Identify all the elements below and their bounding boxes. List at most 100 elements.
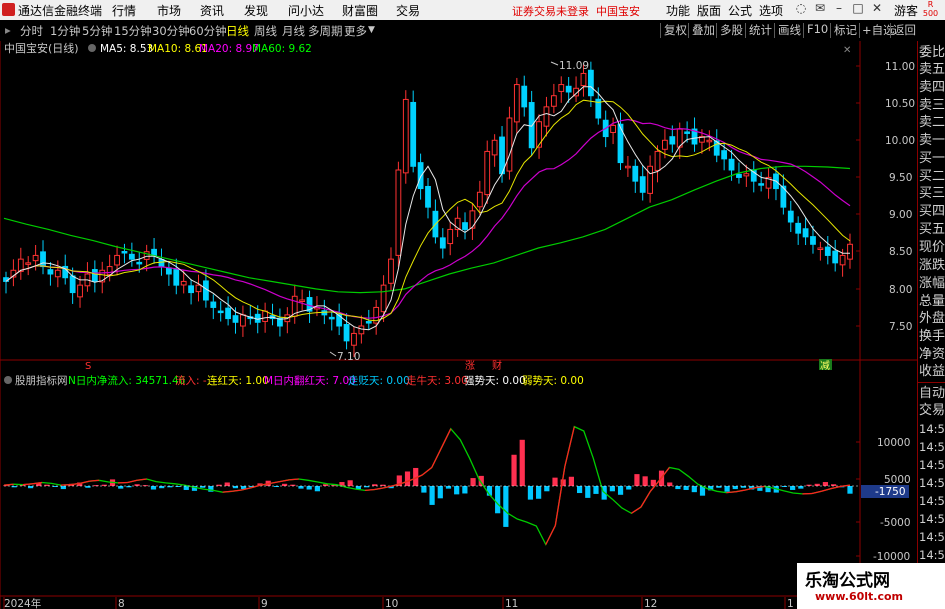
event-marker-s[interactable]: S (85, 361, 91, 372)
menu-discover[interactable]: 发现 (244, 2, 268, 19)
skin-icon[interactable]: ◌ (794, 1, 808, 17)
menu-trade[interactable]: 交易 (396, 2, 420, 19)
sidebar-item-change-pct[interactable]: 涨幅 (919, 275, 945, 292)
tool-draw-line[interactable]: 画线 (778, 22, 801, 38)
sidebar-item-outer[interactable]: 外盘 (919, 310, 945, 327)
inflow-bar (60, 486, 66, 490)
period-60min[interactable]: 60分钟 (189, 23, 227, 39)
menu-arrow-icon[interactable]: ▸ (5, 23, 11, 37)
top-menu-bar: 通达信金融终端 行情 市场 资讯 发现 问小达 财富圈 交易 证券交易未登录 中… (0, 0, 945, 20)
indicator-strong-days: 强势天: 0.00 (464, 374, 526, 387)
sidebar-item-ask1[interactable]: 卖一 (919, 132, 945, 149)
event-marker-finance[interactable]: 财 (492, 359, 502, 372)
inflow-bar (642, 476, 648, 486)
tool-f10[interactable]: F10 (807, 22, 828, 38)
chart-close-icon[interactable]: ✕ (843, 45, 851, 56)
tool-overlay[interactable]: 叠加 (692, 22, 715, 38)
menu-layout[interactable]: 版面 (697, 2, 721, 19)
sidebar-item-ask5[interactable]: 卖五 (919, 61, 945, 78)
tool-mark[interactable]: 标记 (834, 22, 857, 38)
tool-statistics[interactable]: 统计 (749, 22, 772, 38)
login-notice[interactable]: 证券交易未登录 中国宝安 (512, 3, 640, 19)
indicator-tick: 10000 (877, 437, 910, 449)
tick-time: 14:56 (919, 476, 945, 490)
sidebar-item-bid3[interactable]: 买三 (919, 185, 945, 202)
inflow-bar (27, 486, 34, 489)
sidebar-item-earnings[interactable]: 收益 (919, 363, 945, 380)
chart-title: 中国宝安(日线) (4, 41, 79, 55)
indicator-red-days: 连红天: 1.00 (207, 374, 269, 387)
sidebar-item-turnover[interactable]: 换手 (919, 328, 945, 345)
candle-body (328, 316, 335, 320)
menu-market[interactable]: 市场 (157, 2, 181, 19)
sidebar-item-commission-ratio[interactable]: 委比 (919, 44, 945, 61)
candle-body (351, 332, 357, 346)
inflow-bar (314, 486, 320, 492)
app-name: 通达信金融终端 (18, 4, 103, 18)
sidebar-item-net-assets[interactable]: 净资 (919, 346, 945, 363)
period-tick[interactable]: 分时 (20, 23, 43, 39)
tick-time: 14:56 (919, 530, 945, 544)
sidebar-item-bid2[interactable]: 买二 (919, 168, 945, 185)
price-tick: 8.00 (889, 284, 912, 296)
period-1min[interactable]: 1分钟 (50, 23, 80, 39)
period-weekly[interactable]: 周线 (254, 23, 277, 39)
sidebar-item-change[interactable]: 涨跌 (919, 257, 945, 274)
close-icon[interactable]: ✕ (870, 1, 884, 17)
maximize-icon[interactable]: □ (851, 1, 865, 17)
event-marker-reduce[interactable]: 减 (820, 360, 830, 372)
minimize-icon[interactable]: – (832, 1, 846, 17)
sidebar-item-bid4[interactable]: 买四 (919, 203, 945, 220)
menu-formula[interactable]: 公式 (728, 2, 752, 19)
auto-trade-label-1[interactable]: 自动 (919, 385, 945, 402)
indicator-settings-icon[interactable] (4, 376, 12, 384)
candle-body (536, 121, 542, 148)
sidebar-item-ask2[interactable]: 卖二 (919, 114, 945, 131)
sidebar-item-price[interactable]: 现价 (919, 239, 945, 256)
sidebar-item-ask4[interactable]: 卖四 (919, 79, 945, 96)
guest-login[interactable]: 游客 (894, 2, 918, 19)
period-monthly[interactable]: 月线 (282, 23, 305, 39)
period-5min[interactable]: 5分钟 (82, 23, 112, 39)
watermark-title: 乐淘公式网 (805, 571, 890, 591)
menu-function[interactable]: 功能 (666, 2, 690, 19)
sidebar-item-volume[interactable]: 总量 (919, 293, 945, 310)
sidebar-item-bid5[interactable]: 买五 (919, 221, 945, 238)
watermark: 乐淘公式网 www.60lt.com (797, 563, 945, 609)
candle-body (462, 222, 468, 230)
candle-body (299, 299, 306, 302)
candle-body (521, 85, 528, 108)
indicator-current-value: -1750 (875, 486, 906, 498)
candle-body (380, 284, 387, 313)
auto-trade-label-2[interactable]: 交易 (919, 402, 945, 419)
inflow-bar (421, 486, 427, 493)
sidebar-item-bid1[interactable]: 买一 (919, 150, 945, 167)
message-icon[interactable]: ✉ (813, 1, 827, 17)
kline-chart[interactable]: 中国宝安(日线) MA5: 8.53 MA10: 8.61 MA20: 8.97… (0, 41, 917, 609)
candle-body (491, 139, 498, 156)
candle-body (654, 150, 661, 171)
menu-quotes[interactable]: 行情 (112, 2, 136, 19)
period-30min[interactable]: 30分钟 (152, 23, 190, 39)
menu-wealth-circle[interactable]: 财富圈 (342, 2, 378, 19)
event-marker-rise[interactable]: 涨 (465, 360, 475, 372)
sidebar-item-ask3[interactable]: 卖三 (919, 97, 945, 114)
more-dropdown-icon[interactable]: ▼ (368, 25, 375, 35)
tool-restore-rights[interactable]: 复权 (664, 22, 687, 38)
menu-info[interactable]: 资讯 (200, 2, 224, 19)
inflow-bar (183, 486, 189, 490)
period-multi[interactable]: 多周期 (308, 23, 343, 39)
inflow-bar (732, 486, 738, 490)
price-tick: 11.00 (885, 61, 915, 73)
menu-options[interactable]: 选项 (759, 2, 783, 19)
inflow-bar (724, 486, 730, 492)
menu-ask-xiaoda[interactable]: 问小达 (288, 2, 324, 19)
period-daily[interactable]: 日线 (226, 23, 249, 39)
period-15min[interactable]: 15分钟 (114, 23, 152, 39)
app-logo-icon (2, 3, 15, 16)
candle-body (528, 102, 535, 149)
chart-settings-icon[interactable] (88, 44, 96, 52)
period-more[interactable]: 更多 (344, 23, 367, 39)
tool-multi-stock[interactable]: 多股 (720, 22, 743, 38)
tool-back[interactable]: 返回 (893, 22, 916, 38)
